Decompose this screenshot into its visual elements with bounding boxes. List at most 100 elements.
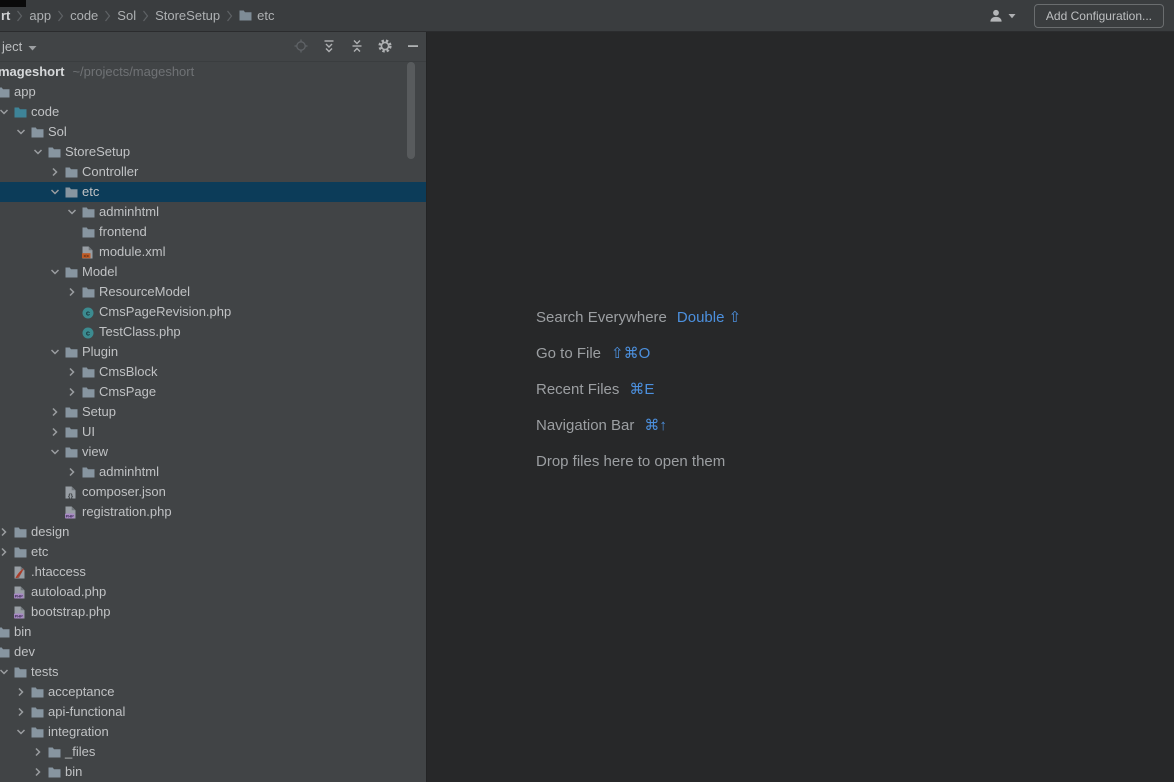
- chevron-right-icon[interactable]: [66, 466, 78, 478]
- tree-item-controller[interactable]: Controller: [0, 162, 426, 182]
- breadcrumb-item-sol[interactable]: Sol: [117, 8, 136, 23]
- folder-icon: [14, 526, 28, 539]
- tree-item-tests[interactable]: tests: [0, 662, 426, 682]
- chevron-right-icon[interactable]: [15, 706, 27, 718]
- tree-item-testclass-php[interactable]: c TestClass.php: [0, 322, 426, 342]
- breadcrumb-item-code[interactable]: code: [70, 8, 98, 23]
- breadcrumb-item-storesetup[interactable]: StoreSetup: [155, 8, 220, 23]
- breadcrumb-separator-icon: [226, 10, 233, 22]
- tree-item-sol[interactable]: Sol: [0, 122, 426, 142]
- chevron-right-icon[interactable]: [49, 426, 61, 438]
- tree-item-cmspagerevision-php[interactable]: c CmsPageRevision.php: [0, 302, 426, 322]
- add-configuration-button[interactable]: Add Configuration...: [1033, 3, 1164, 28]
- chevron-down-icon: [1008, 13, 1016, 19]
- folder-icon: [82, 206, 96, 219]
- tree-item-code[interactable]: code: [0, 102, 426, 122]
- tree-item-registration-php[interactable]: PHP registration.php: [0, 502, 426, 522]
- chevron-down-icon[interactable]: [49, 266, 61, 278]
- chevron-right-icon[interactable]: [32, 746, 44, 758]
- svg-text:c: c: [86, 308, 90, 317]
- tree-item-dev[interactable]: dev: [0, 642, 426, 662]
- chevron-down-icon[interactable]: [0, 666, 10, 678]
- tree-item-view[interactable]: view: [0, 442, 426, 462]
- expand-all-button[interactable]: [320, 38, 337, 55]
- tree-item-app[interactable]: app: [0, 82, 426, 102]
- gear-button[interactable]: [376, 38, 393, 55]
- tree-item-etc[interactable]: etc: [0, 542, 426, 562]
- collapse-all-button[interactable]: [348, 38, 365, 55]
- tree-item-integration[interactable]: integration: [0, 722, 426, 742]
- file-json-icon: {}: [65, 486, 79, 499]
- chevron-down-icon[interactable]: [66, 206, 78, 218]
- folder-icon: [239, 10, 252, 21]
- breadcrumb-item-rt[interactable]: rt: [1, 8, 10, 23]
- file-php-icon: PHP: [14, 606, 28, 619]
- svg-text:c: c: [86, 328, 90, 337]
- shortcut-keys: Double ⇧: [676, 309, 742, 326]
- chevron-right-icon[interactable]: [66, 286, 78, 298]
- tree-item-module-xml[interactable]: <> module.xml: [0, 242, 426, 262]
- tree-item-cmspage[interactable]: CmsPage: [0, 382, 426, 402]
- chevron-right-icon[interactable]: [49, 166, 61, 178]
- chevron-right-icon[interactable]: [49, 406, 61, 418]
- tree-item-autoload-php[interactable]: PHP autoload.php: [0, 582, 426, 602]
- chevron-right-icon[interactable]: [0, 546, 10, 558]
- tree-item-design[interactable]: design: [0, 522, 426, 542]
- chevron-right-icon[interactable]: [32, 766, 44, 778]
- chevron-right-icon[interactable]: [66, 386, 78, 398]
- chevron-right-icon[interactable]: [15, 686, 27, 698]
- tree-item-cmsblock[interactable]: CmsBlock: [0, 362, 426, 382]
- tree-item-label: registration.php: [82, 504, 172, 519]
- tree-item-bootstrap-php[interactable]: PHP bootstrap.php: [0, 602, 426, 622]
- chevron-down-icon[interactable]: [32, 146, 44, 158]
- tree-item-files[interactable]: _files: [0, 742, 426, 762]
- chevron-down-icon[interactable]: [49, 186, 61, 198]
- user-menu[interactable]: [988, 8, 1016, 24]
- minus-icon: [405, 38, 421, 54]
- chevron-down-icon[interactable]: [49, 346, 61, 358]
- tree-item-adminhtml[interactable]: adminhtml: [0, 462, 426, 482]
- tree-item-project-root[interactable]: mageshort ~/projects/mageshort: [0, 62, 426, 82]
- folder-icon: [14, 666, 28, 679]
- tree-item-label: adminhtml: [99, 464, 159, 479]
- tree-item-api-functional[interactable]: api-functional: [0, 702, 426, 722]
- chevron-down-icon[interactable]: [15, 726, 27, 738]
- chevron-right-icon[interactable]: [66, 366, 78, 378]
- tree-item-setup[interactable]: Setup: [0, 402, 426, 422]
- tree-item-model[interactable]: Model: [0, 262, 426, 282]
- project-view-selector[interactable]: ject: [2, 32, 37, 60]
- folder-icon: [31, 726, 45, 739]
- tree-item-bin[interactable]: bin: [0, 622, 426, 642]
- tree-item-storesetup[interactable]: StoreSetup: [0, 142, 426, 162]
- folder-icon: [82, 226, 96, 239]
- tree-item-label: StoreSetup: [65, 144, 131, 159]
- tree-item-ui[interactable]: UI: [0, 422, 426, 442]
- shortcut-label: Navigation Bar: [536, 416, 635, 434]
- chevron-down-icon[interactable]: [49, 446, 61, 458]
- shortcut-hint-search-everywhere: Search Everywhere Double ⇧: [536, 299, 741, 335]
- tree-item-acceptance[interactable]: acceptance: [0, 682, 426, 702]
- breadcrumb-item-app[interactable]: app: [29, 8, 51, 23]
- tree-item-resourcemodel[interactable]: ResourceModel: [0, 282, 426, 302]
- tree-item-bin[interactable]: bin: [0, 762, 426, 782]
- tree-item-label: CmsPageRevision.php: [99, 304, 232, 319]
- shortcut-hint-drop-files-here-to-open-them: Drop files here to open them: [536, 443, 741, 479]
- svg-text:PHP: PHP: [15, 594, 24, 599]
- minus-button[interactable]: [404, 38, 421, 55]
- tree-item-plugin[interactable]: Plugin: [0, 342, 426, 362]
- chevron-down-icon[interactable]: [15, 126, 27, 138]
- chevron-down-icon[interactable]: [0, 106, 10, 118]
- tree-item-htaccess[interactable]: .htaccess: [0, 562, 426, 582]
- folder-icon: [48, 766, 62, 779]
- breadcrumb-item-etc[interactable]: etc: [239, 8, 274, 23]
- tree-item-label: ResourceModel: [99, 284, 191, 299]
- breadcrumb-separator-icon: [57, 10, 64, 22]
- breadcrumb-separator-icon: [16, 10, 23, 22]
- chevron-right-icon[interactable]: [0, 526, 10, 538]
- tree-item-adminhtml[interactable]: adminhtml: [0, 202, 426, 222]
- tree-scrollbar-thumb[interactable]: [407, 62, 415, 159]
- locate-button[interactable]: [292, 38, 309, 55]
- tree-item-etc[interactable]: etc: [0, 182, 426, 202]
- tree-item-frontend[interactable]: frontend: [0, 222, 426, 242]
- tree-item-composer-json[interactable]: {} composer.json: [0, 482, 426, 502]
